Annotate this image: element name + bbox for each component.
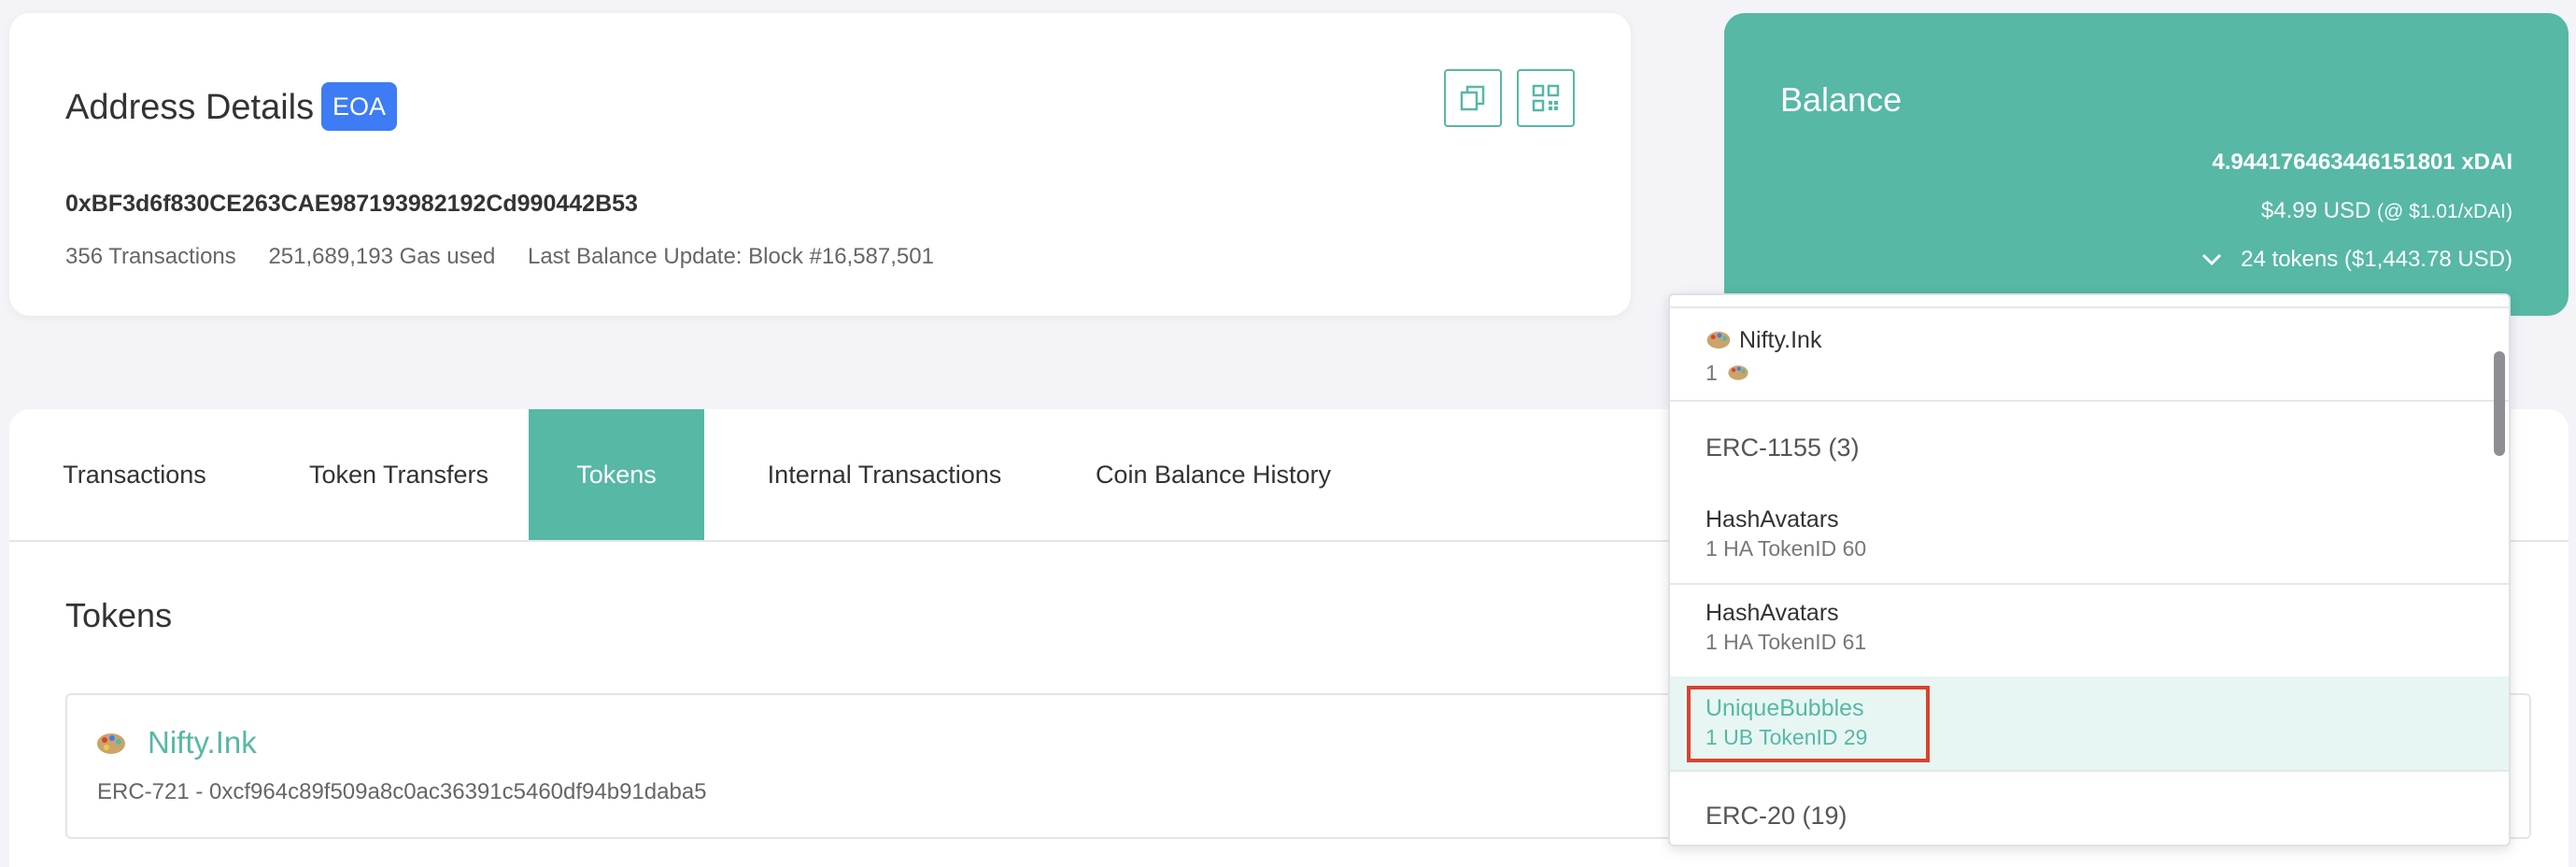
- tab-transactions[interactable]: Transactions: [9, 409, 260, 540]
- copy-icon: [1460, 85, 1485, 111]
- qr-code-button[interactable]: [1517, 69, 1575, 127]
- copy-address-button[interactable]: [1444, 69, 1502, 127]
- balance-usd-value: $4.99 USD: [2260, 198, 2371, 223]
- qr-code-icon: [1532, 84, 1560, 112]
- palette-icon: [1706, 331, 1731, 349]
- dropdown-scrollbar[interactable]: [2494, 351, 2505, 456]
- dropdown-group-erc20: ERC-20 (19): [1706, 802, 1847, 830]
- balance-usd: $4.99 USD (@ $1.01/xDAI): [2261, 198, 2512, 224]
- eoa-badge: EOA: [321, 82, 398, 131]
- last-balance-update: Last Balance Update: Block #16,587,501: [527, 244, 934, 269]
- dropdown-item-name: HashAvatars: [1706, 506, 1839, 533]
- chevron-down-icon: [2202, 253, 2222, 266]
- dropdown-item-sub-value: 1: [1706, 361, 1718, 385]
- balance-title: Balance: [1780, 80, 1903, 119]
- gas-used: 251,689,193 Gas used: [268, 244, 496, 269]
- tokens-dropdown-menu: Nifty.Ink 1 ERC-1155 (3) HashAvatars 1 H…: [1668, 293, 2511, 846]
- tab-coin-balance-history[interactable]: Coin Balance History: [1059, 409, 1367, 540]
- selection-highlight-box: [1687, 686, 1930, 762]
- dropdown-item-hashavatars-60[interactable]: HashAvatars 1 HA TokenID 60: [1670, 491, 2509, 583]
- tab-token-transfers[interactable]: Token Transfers: [260, 409, 538, 540]
- dropdown-item-sub: 1: [1706, 361, 1749, 386]
- tab-internal-transactions[interactable]: Internal Transactions: [738, 409, 1031, 540]
- palette-icon: [1728, 365, 1748, 380]
- tokens-dropdown-toggle[interactable]: 24 tokens ($1,443.78 USD): [2201, 247, 2512, 273]
- dropdown-item-nifty-ink[interactable]: Nifty.Ink 1: [1670, 308, 2509, 413]
- tokens-summary: 24 tokens ($1,443.78 USD): [2241, 247, 2512, 272]
- dropdown-item-name: HashAvatars: [1706, 600, 1839, 626]
- address-stats: 356 Transactions 251,689,193 Gas used La…: [65, 244, 960, 270]
- dropdown-item-sub: 1 HA TokenID 60: [1706, 536, 1867, 561]
- token-row-meta: ERC-721 - 0xcf964c89f509a8c0ac36391c5460…: [97, 779, 707, 804]
- dropdown-item-sub: 1 HA TokenID 61: [1706, 630, 1867, 654]
- balance-usd-rate: (@ $1.01/xDAI): [2376, 201, 2512, 222]
- address-hash: 0xBF3d6f830CE263CAE987193982192Cd990442B…: [65, 191, 638, 217]
- address-details-card: Address Details EOA 0xBF3d6f830CE263CAE9…: [9, 13, 1631, 316]
- dropdown-group-erc1155: ERC-1155 (3): [1706, 434, 1860, 462]
- tab-tokens[interactable]: Tokens: [529, 409, 704, 540]
- dropdown-divider: [1670, 400, 2509, 402]
- transactions-count: 356 Transactions: [65, 244, 236, 269]
- dropdown-item-hashavatars-61[interactable]: HashAvatars 1 HA TokenID 61: [1670, 585, 2509, 676]
- balance-xdai: 4.944176463446151801 xDAI: [2212, 149, 2512, 175]
- dropdown-divider: [1670, 770, 2509, 772]
- palette-icon: [97, 733, 125, 754]
- tokens-heading: Tokens: [65, 596, 173, 634]
- token-row-name-link[interactable]: Nifty.Ink: [148, 725, 257, 760]
- address-details-title: Address Details: [65, 88, 315, 127]
- balance-card: Balance 4.944176463446151801 xDAI $4.99 …: [1724, 13, 2569, 316]
- dropdown-item-name: Nifty.Ink: [1739, 327, 1822, 353]
